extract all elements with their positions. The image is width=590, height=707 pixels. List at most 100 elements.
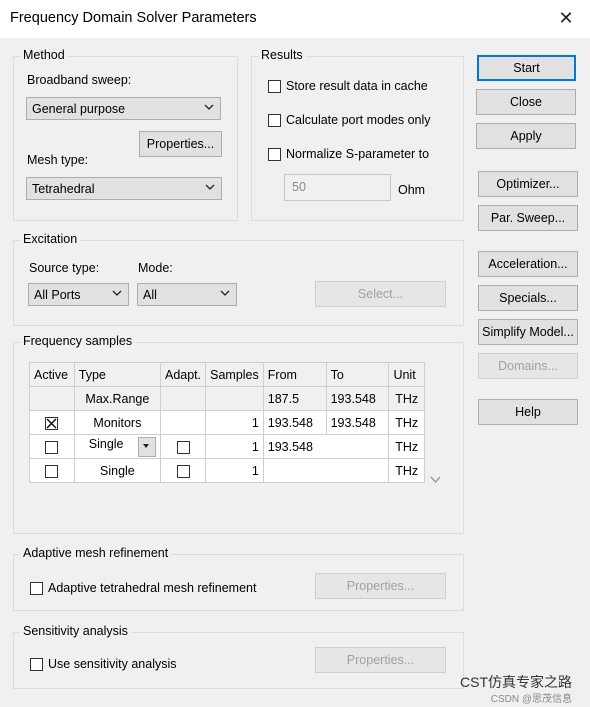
optimizer-button[interactable]: Optimizer...: [478, 171, 578, 197]
chevron-down-icon: [220, 290, 230, 296]
adaptive-mesh-checkbox[interactable]: [30, 582, 43, 595]
adapt-cell[interactable]: [159, 458, 207, 483]
apply-label: Apply: [510, 129, 542, 143]
impedance-input[interactable]: 50: [284, 174, 391, 201]
active-cell: [29, 386, 75, 411]
unit-cell: THz: [388, 434, 425, 459]
active-checkbox-checked[interactable]: [45, 416, 59, 430]
table-row[interactable]: Single 1 THz: [29, 458, 425, 483]
type-dropdown[interactable]: [137, 436, 156, 457]
chevron-down-icon: [112, 290, 122, 296]
source-type-select[interactable]: All Ports: [28, 283, 129, 306]
to-cell[interactable]: 193.548: [325, 410, 390, 435]
active-cell[interactable]: [29, 434, 75, 459]
to-cell[interactable]: [326, 458, 390, 483]
type-cell: Monitors: [73, 410, 161, 435]
par-sweep-button[interactable]: Par. Sweep...: [478, 205, 578, 231]
unit-cell: THz: [388, 410, 425, 435]
source-type-value: All Ports: [34, 288, 81, 302]
mode-select[interactable]: All: [137, 283, 237, 306]
mesh-type-select[interactable]: Tetrahedral: [26, 177, 222, 200]
sensitivity-checkbox[interactable]: [30, 658, 43, 671]
mode-value: All: [143, 288, 157, 302]
active-cell[interactable]: [29, 458, 75, 483]
normalize-checkbox[interactable]: [268, 148, 281, 161]
par-sweep-label: Par. Sweep...: [490, 211, 566, 225]
method-properties-button[interactable]: Properties...: [139, 131, 222, 157]
watermark-text: CST仿真专家之路: [460, 674, 572, 690]
type-cell[interactable]: Single: [73, 434, 161, 459]
apply-button[interactable]: Apply: [476, 123, 576, 149]
adaptive-properties-label: Properties...: [346, 579, 415, 593]
impedance-unit: Ohm: [398, 183, 426, 197]
close-icon[interactable]: ✕: [556, 8, 576, 28]
mesh-type-value: Tetrahedral: [32, 182, 95, 196]
mode-label: Mode:: [138, 261, 173, 275]
window-title: Frequency Domain Solver Parameters: [10, 10, 257, 26]
chevron-down-icon: [205, 184, 215, 190]
store-cache-label: Store result data in cache: [286, 79, 428, 93]
sensitivity-properties-button[interactable]: Properties...: [315, 647, 446, 673]
col-samples: Samples: [205, 362, 264, 387]
from-cell[interactable]: [262, 458, 327, 483]
to-cell: 193.548: [325, 386, 390, 411]
close-button[interactable]: Close: [476, 89, 576, 115]
port-modes-checkbox[interactable]: [268, 114, 281, 127]
adapt-cell[interactable]: [159, 434, 207, 459]
table-row[interactable]: Monitors 1 193.548 193.548 THz: [29, 410, 425, 435]
table-header-row: Active Type Adapt. Samples From To Unit: [29, 362, 425, 387]
sensitivity-check-label: Use sensitivity analysis: [48, 657, 177, 671]
port-modes-label: Calculate port modes only: [286, 113, 431, 127]
store-cache-checkbox[interactable]: [268, 80, 281, 93]
help-button[interactable]: Help: [478, 399, 578, 425]
col-from: From: [262, 362, 327, 387]
unit-cell: THz: [388, 386, 425, 411]
broadband-label: Broadband sweep:: [27, 73, 132, 87]
method-properties-label: Properties...: [146, 137, 215, 151]
to-cell[interactable]: [326, 434, 390, 459]
active-checkbox[interactable]: [45, 464, 59, 478]
excitation-group-label: Excitation: [20, 232, 81, 246]
samples-cell: [205, 386, 264, 411]
frequency-table: Active Type Adapt. Samples From To Unit …: [29, 362, 425, 483]
specials-button[interactable]: Specials...: [478, 285, 578, 311]
title-bar: Frequency Domain Solver Parameters ✕: [0, 0, 590, 38]
domains-button[interactable]: Domains...: [478, 353, 578, 379]
adapt-cell: [159, 386, 207, 411]
triangle-down-icon: [142, 443, 149, 448]
table-scrollbar[interactable]: [425, 362, 446, 492]
simplify-model-button[interactable]: Simplify Model...: [478, 319, 578, 345]
type-value: Single: [88, 436, 124, 451]
source-type-label: Source type:: [29, 261, 100, 275]
type-cell[interactable]: Single: [73, 458, 161, 483]
adapt-checkbox[interactable]: [176, 440, 190, 454]
start-button[interactable]: Start: [477, 55, 576, 81]
table-row[interactable]: Single 1 193.548 THz: [29, 434, 425, 459]
type-cell: Max.Range: [73, 386, 161, 411]
from-cell[interactable]: 193.548: [262, 410, 327, 435]
sensitivity-label: Sensitivity analysis: [20, 624, 131, 638]
adapt-checkbox[interactable]: [176, 464, 190, 478]
adapt-cell: [159, 410, 207, 435]
samples-cell[interactable]: 1: [205, 434, 264, 459]
broadband-select[interactable]: General purpose: [26, 97, 221, 120]
adaptive-properties-button[interactable]: Properties...: [315, 573, 446, 599]
from-cell: 187.5: [262, 386, 327, 411]
active-cell[interactable]: [29, 410, 75, 435]
samples-cell[interactable]: 1: [205, 458, 264, 483]
select-button[interactable]: Select...: [315, 281, 446, 307]
from-cell[interactable]: 193.548: [262, 434, 327, 459]
start-label: Start: [513, 61, 540, 75]
specials-label: Specials...: [499, 291, 557, 305]
acceleration-button[interactable]: Acceleration...: [478, 251, 578, 277]
active-checkbox[interactable]: [45, 440, 59, 454]
table-row[interactable]: Max.Range 187.5 193.548 THz: [29, 386, 425, 411]
normalize-label: Normalize S-parameter to: [286, 147, 430, 161]
col-unit: Unit: [388, 362, 425, 387]
chevron-down-icon: [430, 476, 441, 483]
close-label: Close: [510, 95, 542, 109]
select-label: Select...: [357, 287, 404, 301]
broadband-value: General purpose: [32, 102, 126, 116]
domains-label: Domains...: [498, 359, 558, 373]
samples-cell[interactable]: 1: [205, 410, 264, 435]
